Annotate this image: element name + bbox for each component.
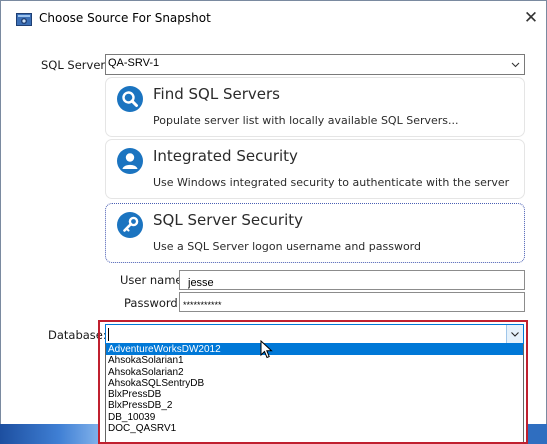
server-value: QA-SRV-1 [108,57,160,69]
server-combobox[interactable]: QA-SRV-1 [105,54,525,75]
find-sql-servers-option[interactable]: Find SQL Servers Populate server list wi… [105,77,525,137]
close-icon[interactable]: ✕ [522,9,540,27]
username-field[interactable] [179,270,525,292]
mouse-pointer-icon [260,340,273,359]
server-label: SQL Server: [41,58,109,72]
username-label: User name: [120,273,187,287]
password-input[interactable] [180,296,524,314]
desktop-background [528,424,547,444]
sql-server-security-option[interactable]: SQL Server Security Use a SQL Server log… [105,203,525,263]
option-description: Use Windows integrated security to authe… [153,176,510,189]
integrated-security-option[interactable]: Integrated Security Use Windows integrat… [105,139,525,199]
option-description: Populate server list with locally availa… [153,114,459,127]
title-bar[interactable]: Choose Source For Snapshot ✕ [1,1,546,37]
option-title: Find SQL Servers [153,85,280,103]
snapshot-app-icon [16,13,32,26]
option-title: SQL Server Security [153,211,304,229]
desktop-background [0,424,98,444]
search-icon [117,86,143,112]
option-description: Use a SQL Server logon username and pass… [153,240,421,253]
user-icon [117,148,143,174]
database-highlight-frame [98,320,528,444]
username-input[interactable] [180,274,524,292]
option-title: Integrated Security [153,147,298,165]
password-field[interactable] [179,292,525,314]
password-label: Password: [124,296,182,310]
key-icon [117,212,143,238]
window-title: Choose Source For Snapshot [39,11,211,25]
chevron-down-icon[interactable] [507,55,524,74]
